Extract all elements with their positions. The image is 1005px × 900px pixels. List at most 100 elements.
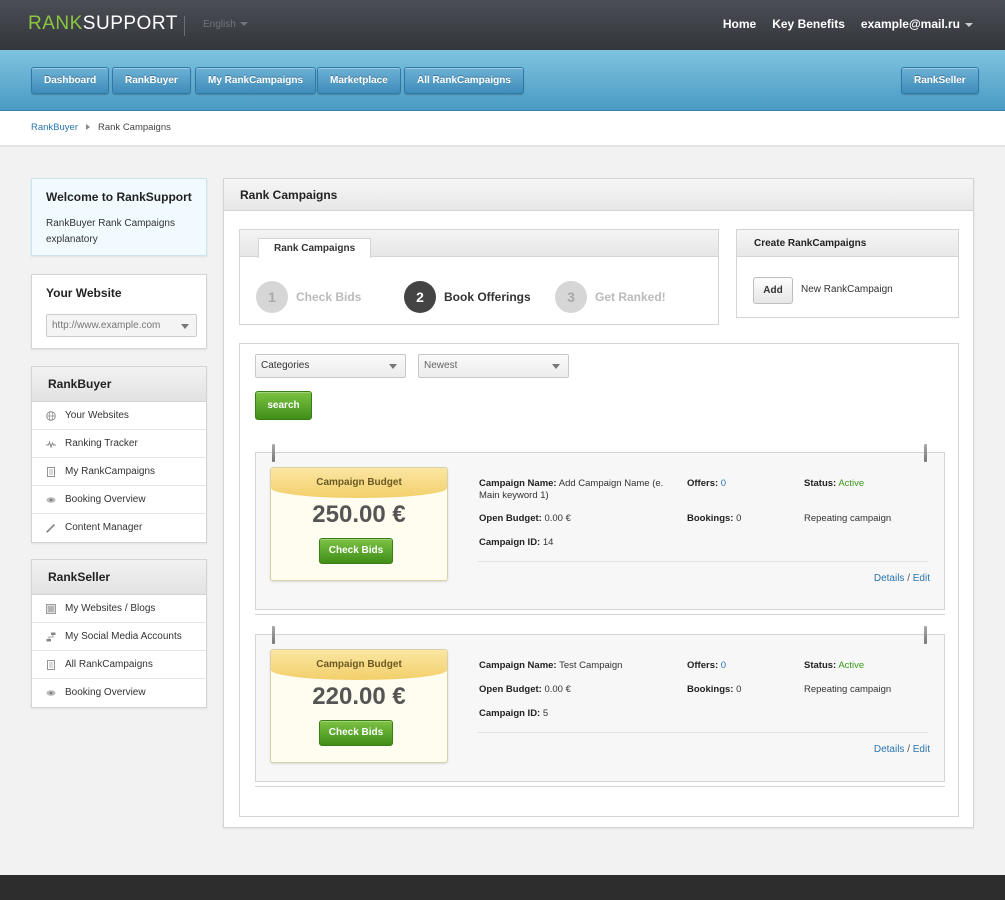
nav-rankseller-button[interactable]: RankSeller	[901, 67, 979, 94]
top-bar: RANKSUPPORT English Home Key Benefits ex…	[0, 0, 1005, 50]
offers-count-link[interactable]: 0	[721, 478, 726, 489]
nav-all-rankcampaigns-button[interactable]: All RankCampaigns	[404, 67, 524, 94]
open-budget-value: 0.00 €	[544, 684, 571, 695]
open-budget-field: Open Budget: 0.00 €	[479, 513, 571, 525]
offers-count-link[interactable]: 0	[721, 660, 726, 671]
menu-item-label: My Websites / Blogs	[65, 603, 156, 614]
field-label: Status:	[804, 660, 837, 671]
offers-field: Offers: 0	[687, 660, 726, 672]
menu-item-booking-overview-seller[interactable]: Booking Overview	[32, 679, 206, 707]
globe-icon	[46, 411, 56, 421]
step-number: 1	[256, 281, 288, 313]
menu-item-label: All RankCampaigns	[65, 659, 153, 670]
language-selector[interactable]: English	[203, 19, 248, 30]
card-actions: Details / Edit	[874, 573, 930, 584]
field-label: Campaign Name:	[479, 478, 557, 489]
menu-item-my-rankcampaigns[interactable]: My RankCampaigns	[32, 458, 206, 486]
budget-amount: 220.00 €	[312, 683, 406, 710]
categories-select-value: Categories	[261, 360, 310, 371]
nav-my-rankcampaigns-button[interactable]: My RankCampaigns	[195, 67, 317, 94]
nav-dashboard-button[interactable]: Dashboard	[31, 67, 110, 94]
bookings-field: Bookings: 0	[687, 684, 741, 696]
top-nav: Home Key Benefits example@mail.ru	[723, 17, 973, 31]
menu-item-all-rankcampaigns[interactable]: All RankCampaigns	[32, 651, 206, 679]
chevron-down-icon	[389, 364, 397, 369]
menu-item-label: Booking Overview	[65, 687, 146, 698]
check-bids-button[interactable]: Check Bids	[319, 720, 393, 746]
add-campaign-label: New RankCampaign	[801, 284, 893, 295]
nav-marketplace-button[interactable]: Marketplace	[317, 67, 401, 94]
your-website-title: Your Website	[46, 286, 122, 300]
list-icon	[46, 604, 56, 614]
details-link[interactable]: Details	[874, 744, 905, 755]
campaign-id-value: 5	[542, 708, 549, 719]
menu-item-your-websites[interactable]: Your Websites	[32, 402, 206, 430]
create-title: Create RankCampaigns	[737, 230, 958, 257]
menu-item-content-manager[interactable]: Content Manager	[32, 514, 206, 542]
menu-item-label: Ranking Tracker	[65, 438, 138, 449]
status-badge: Active	[838, 660, 865, 671]
menu-item-ranking-tracker[interactable]: Ranking Tracker	[32, 430, 206, 458]
logo-support-text: SUPPORT	[82, 13, 178, 34]
edit-link[interactable]: Edit	[913, 744, 930, 755]
bookings-count: 0	[736, 513, 742, 524]
breadcrumb: RankBuyer Rank Campaigns	[31, 122, 171, 133]
sort-select[interactable]: Newest	[418, 354, 569, 378]
card-divider	[478, 561, 928, 562]
welcome-panel: Welcome to RankSupport RankBuyer Rank Ca…	[31, 178, 207, 256]
budget-label: Campaign Budget	[316, 477, 402, 488]
logo-divider	[184, 16, 185, 36]
nav-home-link[interactable]: Home	[723, 17, 756, 31]
eye-icon	[46, 497, 56, 503]
campaign-id-field: Campaign ID: 5	[479, 708, 548, 720]
tab-bar: Rank Campaigns	[240, 230, 718, 258]
edit-link[interactable]: Edit	[913, 573, 930, 584]
menu-item-label: Content Manager	[65, 522, 143, 533]
user-account-menu[interactable]: example@mail.ru	[861, 17, 973, 31]
card-underline	[255, 614, 945, 615]
logo[interactable]: RANKSUPPORT	[28, 13, 178, 35]
link-separator: /	[907, 744, 910, 755]
search-button[interactable]: search	[255, 391, 312, 420]
document-icon	[47, 660, 55, 670]
field-label: Open Budget:	[479, 684, 542, 695]
language-label: English	[203, 19, 236, 30]
pin-icon	[924, 444, 927, 462]
field-label: Status:	[804, 478, 837, 489]
menu-item-label: Booking Overview	[65, 494, 146, 505]
chevron-down-icon	[239, 22, 248, 27]
eye-icon	[46, 690, 56, 696]
nav-rankbuyer-button[interactable]: RankBuyer	[112, 67, 191, 94]
categories-select[interactable]: Categories	[255, 354, 406, 378]
step-label: Check Bids	[296, 290, 362, 304]
menu-item-my-social-media-accounts[interactable]: My Social Media Accounts	[32, 623, 206, 651]
campaign-card: Campaign Budget 250.00 € Check Bids Camp…	[255, 444, 945, 615]
pin-icon	[924, 626, 927, 644]
step-get-ranked: 3 Get Ranked!	[555, 281, 666, 313]
page-title: Rank Campaigns	[224, 179, 973, 211]
status-badge: Active	[838, 478, 865, 489]
add-campaign-button[interactable]: Add	[753, 277, 793, 304]
bookings-count: 0	[736, 684, 742, 695]
campaign-id-field: Campaign ID: 14	[479, 537, 553, 549]
breadcrumb-rankbuyer-link[interactable]: RankBuyer	[31, 122, 78, 133]
menu-item-my-websites-blogs[interactable]: My Websites / Blogs	[32, 595, 206, 623]
open-budget-field: Open Budget: 0.00 €	[479, 684, 571, 696]
card-divider	[478, 732, 928, 733]
budget-amount: 250.00 €	[312, 501, 406, 528]
chevron-down-icon	[965, 22, 973, 27]
step-number: 3	[555, 281, 587, 313]
step-label: Get Ranked!	[595, 290, 666, 304]
repeating-campaign-text: Repeating campaign	[804, 513, 892, 524]
menu-item-booking-overview[interactable]: Booking Overview	[32, 486, 206, 514]
field-label: Campaign ID:	[479, 537, 541, 548]
website-select[interactable]: http://www.example.com	[46, 314, 197, 337]
field-label: Open Budget:	[479, 513, 542, 524]
nav-key-benefits-link[interactable]: Key Benefits	[772, 17, 845, 31]
campaign-id-value: 14	[542, 537, 554, 548]
field-label: Campaign ID:	[479, 708, 541, 719]
check-bids-button[interactable]: Check Bids	[319, 538, 393, 564]
tab-rank-campaigns[interactable]: Rank Campaigns	[258, 238, 372, 258]
campaign-budget-card: Campaign Budget 220.00 € Check Bids	[270, 649, 448, 763]
details-link[interactable]: Details	[874, 573, 905, 584]
